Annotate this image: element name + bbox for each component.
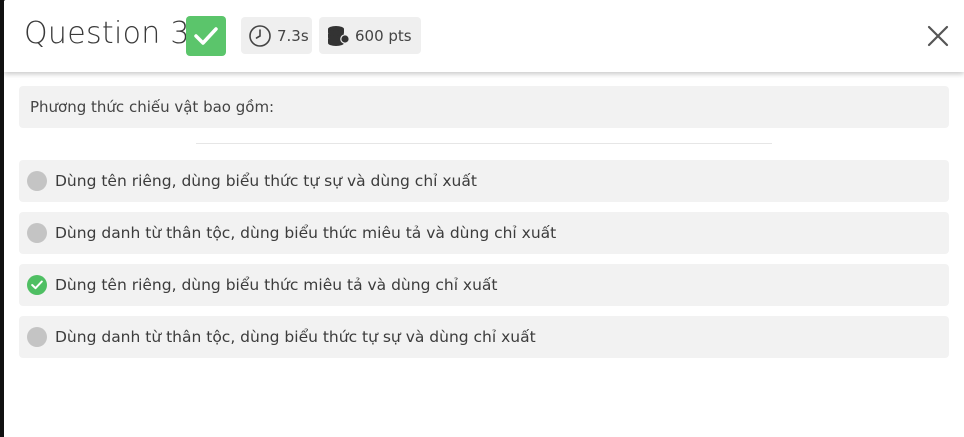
answer-option-label: Dùng danh từ thân tộc, dùng biểu thức tự… (55, 328, 536, 346)
time-chip: 7.3s (241, 17, 312, 54)
divider (196, 143, 772, 144)
radio-icon (27, 327, 47, 347)
question-header: Question 3 7.3s 600 pts (4, 0, 964, 72)
answer-option[interactable]: Dùng danh từ thân tộc, dùng biểu thức mi… (19, 212, 949, 254)
answer-option-label: Dùng tên riêng, dùng biểu thức miêu tả v… (55, 276, 498, 294)
question-modal: Question 3 7.3s 600 pts Phương thức chiế… (4, 0, 964, 437)
radio-icon (27, 171, 47, 191)
radio-icon (27, 223, 47, 243)
question-prompt-box: Phương thức chiếu vật bao gồm: (19, 86, 949, 128)
clock-icon (248, 24, 272, 48)
answer-option[interactable]: Dùng tên riêng, dùng biểu thức tự sự và … (19, 160, 949, 202)
check-circle-icon (27, 275, 47, 295)
question-prompt: Phương thức chiếu vật bao gồm: (30, 98, 275, 116)
correct-status-badge (186, 16, 226, 56)
check-icon (194, 27, 218, 45)
answer-option-correct[interactable]: Dùng tên riêng, dùng biểu thức miêu tả v… (19, 264, 949, 306)
points-chip: 600 pts (319, 17, 421, 54)
question-title: Question 3 (24, 16, 190, 51)
points-value: 600 pts (355, 26, 412, 45)
close-button[interactable] (924, 22, 952, 50)
answer-option[interactable]: Dùng danh từ thân tộc, dùng biểu thức tự… (19, 316, 949, 358)
close-icon (927, 25, 949, 47)
time-value: 7.3s (277, 26, 309, 45)
answer-option-label: Dùng danh từ thân tộc, dùng biểu thức mi… (55, 224, 557, 242)
coins-icon (326, 25, 350, 47)
answer-option-label: Dùng tên riêng, dùng biểu thức tự sự và … (55, 172, 477, 190)
